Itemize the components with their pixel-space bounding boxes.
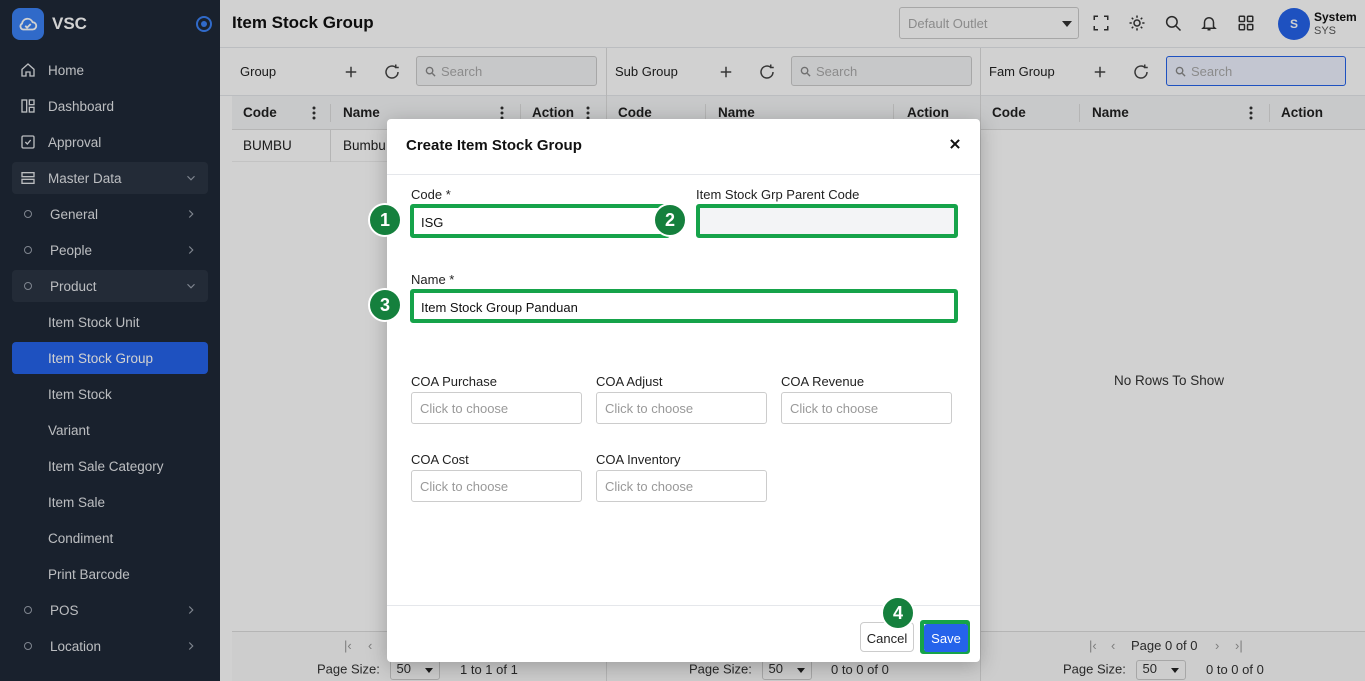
coa-purchase-label: COA Purchase xyxy=(411,374,497,389)
name-label: Name * xyxy=(411,272,455,287)
close-icon[interactable] xyxy=(948,137,962,151)
step-badge-3: 3 xyxy=(368,288,402,322)
step-badge-2: 2 xyxy=(653,203,687,237)
highlight-name xyxy=(410,289,958,323)
highlight-code xyxy=(410,204,670,238)
coa-cost-label: COA Cost xyxy=(411,452,469,467)
step-badge-1: 1 xyxy=(368,203,402,237)
coa-inventory-input[interactable]: Click to choose xyxy=(596,470,767,502)
coa-revenue-label: COA Revenue xyxy=(781,374,865,389)
code-label: Code * xyxy=(411,187,451,202)
coa-cost-input[interactable]: Click to choose xyxy=(411,470,582,502)
coa-purchase-input[interactable]: Click to choose xyxy=(411,392,582,424)
dialog-title: Create Item Stock Group xyxy=(406,137,582,154)
save-button[interactable]: Save xyxy=(924,624,968,652)
coa-inventory-label: COA Inventory xyxy=(596,452,681,467)
step-badge-4: 4 xyxy=(881,596,915,630)
coa-adjust-input[interactable]: Click to choose xyxy=(596,392,767,424)
coa-revenue-input[interactable]: Click to choose xyxy=(781,392,952,424)
create-item-stock-group-dialog: Create Item Stock Group Code * ISG Item … xyxy=(387,119,980,662)
highlight-parent-code xyxy=(696,204,958,238)
parent-code-label: Item Stock Grp Parent Code xyxy=(696,187,860,202)
coa-adjust-label: COA Adjust xyxy=(596,374,663,389)
